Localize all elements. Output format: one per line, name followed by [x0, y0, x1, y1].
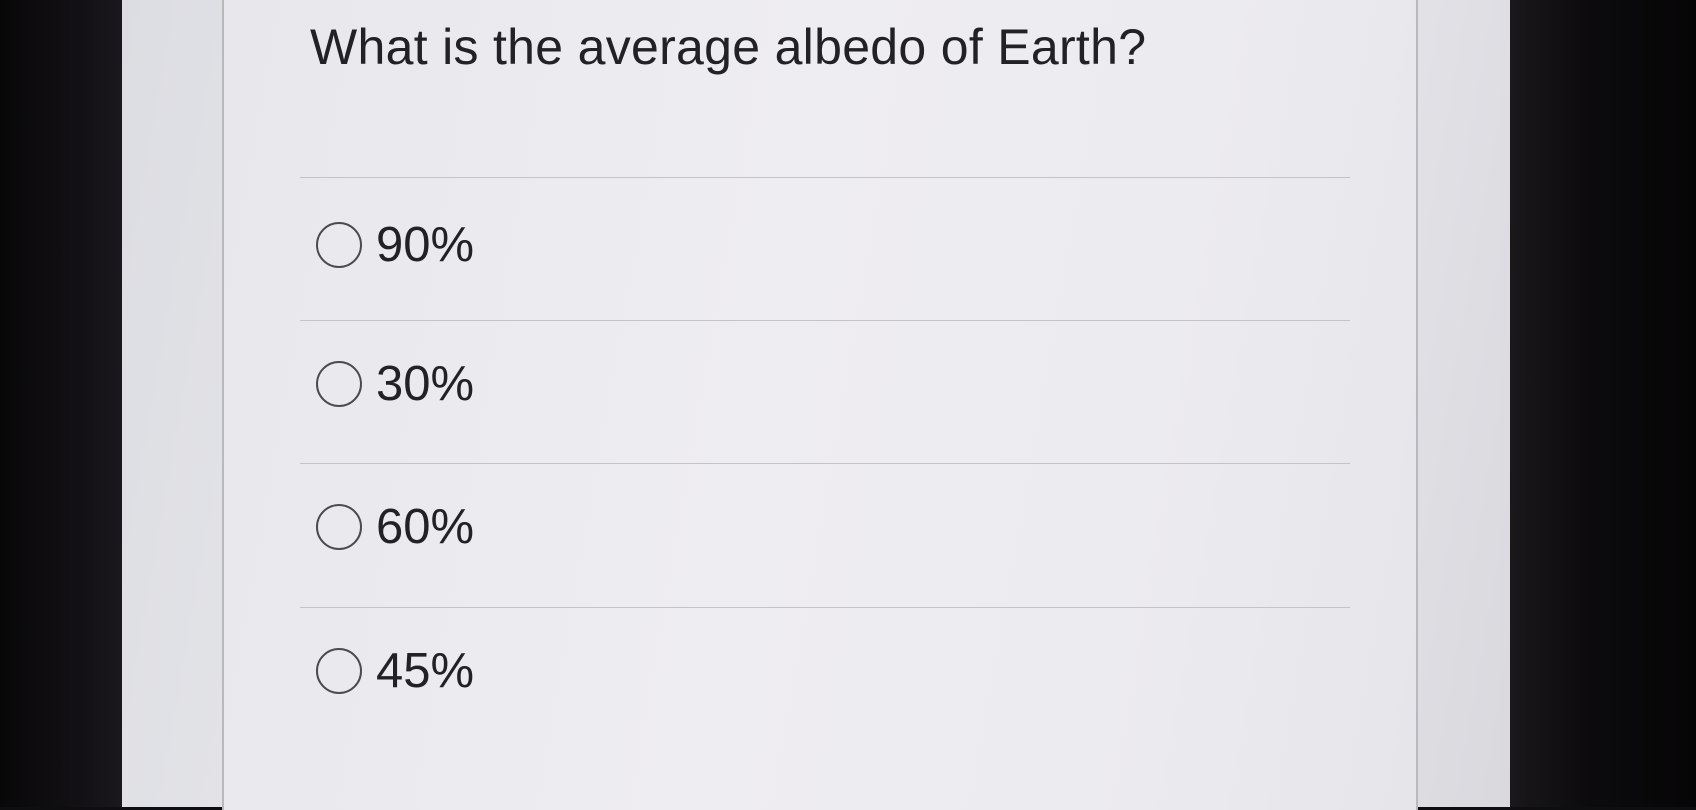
- divider: [300, 320, 1350, 321]
- answer-option-4[interactable]: 45%: [316, 641, 474, 701]
- answer-label: 30%: [376, 357, 475, 411]
- radio-button[interactable]: [316, 648, 362, 694]
- device-bezel-right: [1510, 0, 1696, 807]
- answer-label: 60%: [376, 500, 475, 554]
- divider: [300, 607, 1350, 608]
- device-bezel-left: [0, 0, 130, 807]
- answer-label: 45%: [376, 644, 475, 698]
- question-text: What is the average albedo of Earth?: [310, 19, 1147, 75]
- radio-button[interactable]: [316, 361, 362, 407]
- divider: [300, 463, 1350, 464]
- answer-option-2[interactable]: 30%: [316, 354, 474, 414]
- divider: [300, 177, 1350, 178]
- answer-option-1[interactable]: 90%: [316, 215, 474, 275]
- radio-button[interactable]: [316, 504, 362, 550]
- radio-button[interactable]: [316, 222, 362, 268]
- answer-label: 90%: [376, 218, 475, 272]
- answer-option-3[interactable]: 60%: [316, 497, 474, 557]
